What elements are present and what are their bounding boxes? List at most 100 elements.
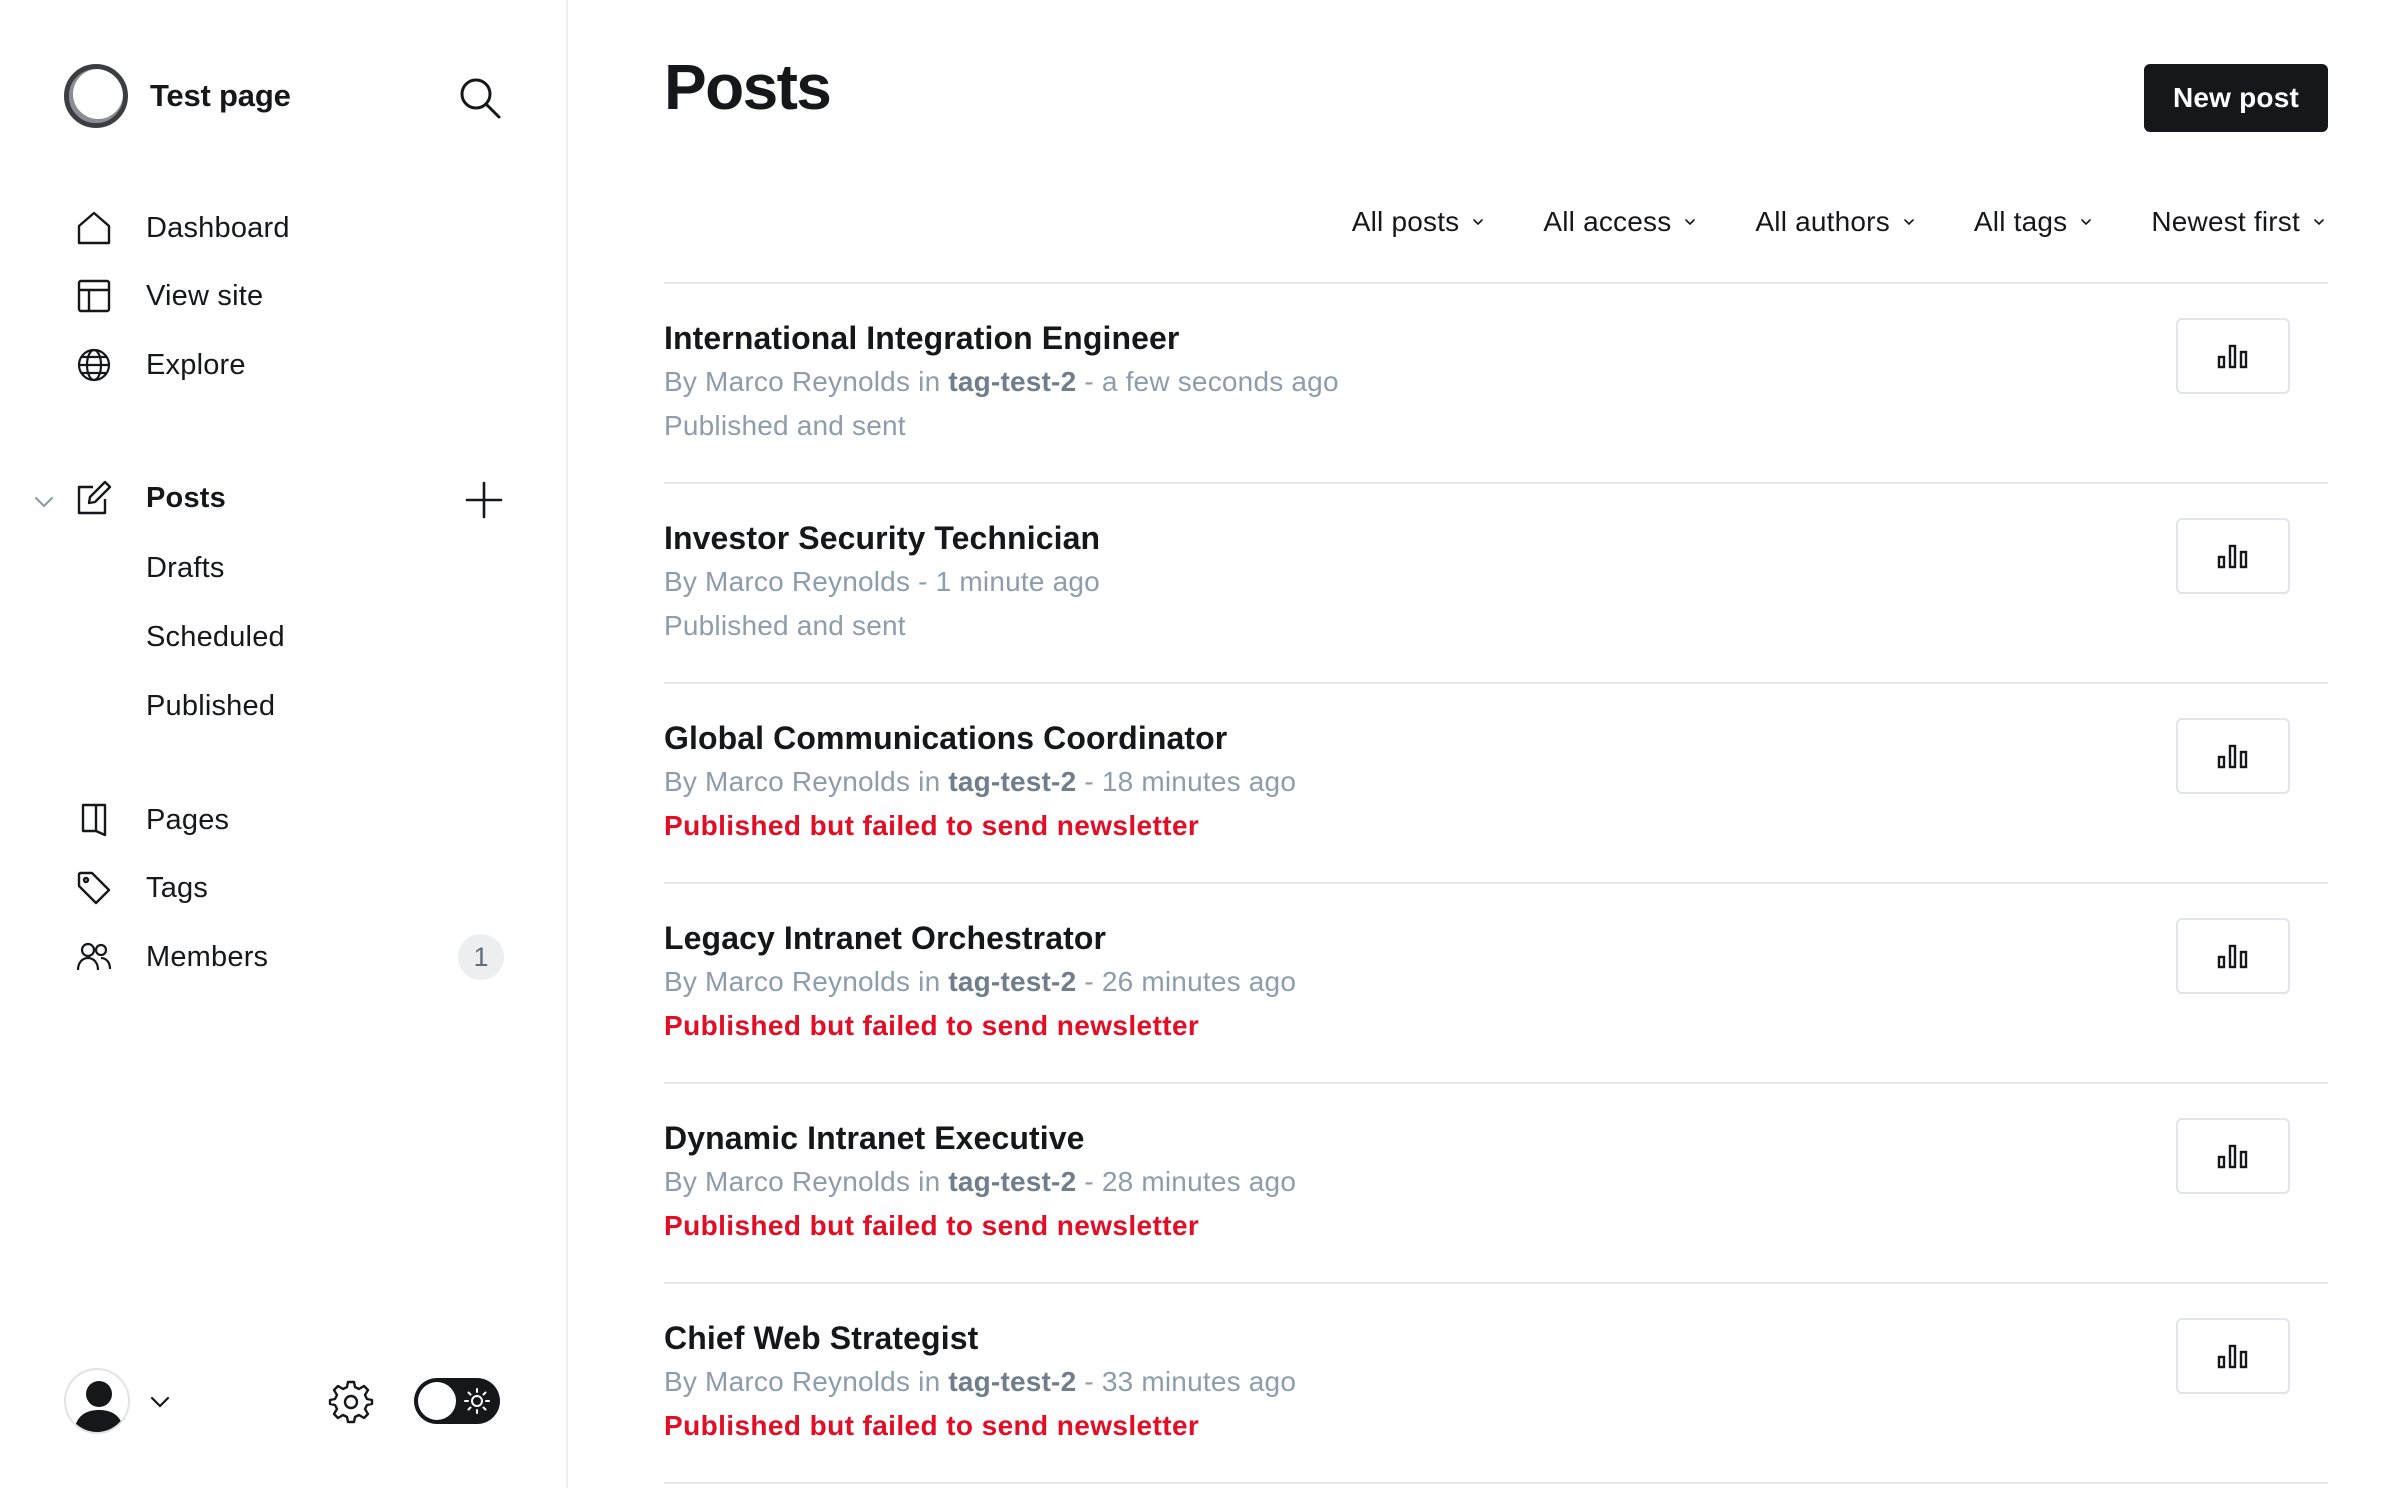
chevron-down-icon[interactable] [146,1388,174,1416]
post-title[interactable]: International Integration Engineer [664,320,1179,357]
post-meta: By Marco Reynolds in tag-test-2 - a few … [664,366,1339,398]
post-status: Published but failed to send newsletter [664,1410,1200,1441]
post-meta-in: in [910,966,949,997]
post-row[interactable]: Dynamic Intranet Executive By Marco Reyn… [664,1084,2328,1284]
nav-pages[interactable]: Pages [74,796,229,844]
theme-toggle[interactable] [414,1378,500,1424]
bar-chart-icon [2217,744,2248,769]
bar-chart-icon [2217,344,2248,369]
bar-chart-icon [2217,944,2248,969]
analytics-button[interactable] [2176,318,2290,394]
post-tag: tag-test-2 [948,1166,1077,1197]
page-icon [74,800,114,840]
analytics-button[interactable] [2176,1318,2290,1394]
analytics-button[interactable] [2176,918,2290,994]
post-time: - 18 minutes ago [1076,766,1297,797]
toggle-knob [418,1382,456,1420]
post-title[interactable]: Chief Web Strategist [664,1320,978,1357]
nav-label: Dashboard [146,211,290,244]
nav-label: Posts [146,481,226,514]
gear-icon[interactable] [328,1378,374,1424]
filter-label: All access [1543,206,1672,237]
post-meta: By Marco Reynolds in tag-test-2 - 28 min… [664,1166,1296,1198]
nav-dashboard[interactable]: Dashboard [74,204,290,252]
post-title[interactable]: Legacy Intranet Orchestrator [664,920,1106,957]
post-time: - 26 minutes ago [1076,966,1297,997]
chevron-down-icon [1473,219,1484,226]
chevron-down-icon [1904,219,1914,226]
post-title[interactable]: Dynamic Intranet Executive [664,1120,1085,1157]
new-post-button[interactable]: New post [2144,64,2328,132]
post-meta: By Marco Reynolds in tag-test-2 - 33 min… [664,1366,1296,1398]
filter-sort[interactable]: Newest first [2151,206,2328,238]
post-tag: tag-test-2 [948,966,1077,997]
page-title: Posts [664,51,832,123]
filter-access[interactable]: All access [1543,206,1699,238]
analytics-button[interactable] [2176,518,2290,594]
post-row[interactable]: Global Communications Coordinator By Mar… [664,684,2328,884]
members-icon [74,937,114,977]
post-meta: By Marco Reynolds in tag-test-2 - 26 min… [664,966,1296,998]
post-author: By Marco Reynolds [664,1366,911,1397]
nav-posts[interactable]: Posts [74,474,226,522]
nav-members[interactable]: Members [74,933,268,981]
chevron-down-icon [2081,219,2092,226]
main-content: Posts New post All posts All access All … [570,0,2400,1488]
post-author: By Marco Reynolds [664,1166,911,1197]
post-title[interactable]: Global Communications Coordinator [664,720,1227,757]
post-row[interactable]: Chief Web Strategist By Marco Reynolds i… [664,1284,2328,1484]
house-icon [74,208,114,248]
post-row[interactable]: Investor Security Technician By Marco Re… [664,484,2328,684]
filter-label: Newest first [2151,206,2300,237]
post-time: - 33 minutes ago [1076,1366,1297,1397]
globe-icon [74,345,114,385]
post-meta-in: in [910,1166,949,1197]
post-meta: By Marco Reynolds - 1 minute ago [664,566,1100,598]
filter-label: All authors [1755,206,1890,237]
chevron-down-icon[interactable] [30,488,58,516]
filter-label: All tags [1973,206,2068,237]
post-status: Published but failed to send newsletter [664,810,1200,841]
post-tag: tag-test-2 [948,1366,1077,1397]
nav-published[interactable]: Published [146,682,275,730]
nav-scheduled[interactable]: Scheduled [146,613,285,661]
post-meta: By Marco Reynolds in tag-test-2 - 18 min… [664,766,1296,798]
avatar[interactable] [64,1368,130,1434]
site-logo [64,64,128,128]
brand[interactable]: Test page [64,64,291,128]
filter-authors[interactable]: All authors [1755,206,1918,238]
add-post-icon[interactable] [462,478,506,522]
nav-label: Tags [146,871,209,904]
post-time: - 28 minutes ago [1076,1166,1297,1197]
post-title[interactable]: Investor Security Technician [664,520,1100,557]
members-count-badge: 1 [458,934,504,980]
sidebar: Test page Dashboard View site Explore Po… [0,0,568,1488]
nav-label: Explore [146,348,246,381]
post-author: By Marco Reynolds [664,366,911,397]
post-meta-in: in [910,1366,949,1397]
post-meta-in: in [910,766,949,797]
post-row[interactable]: International Integration Engineer By Ma… [664,284,2328,484]
post-tag: tag-test-2 [948,366,1077,397]
edit-icon [74,478,114,518]
nav-drafts[interactable]: Drafts [146,544,225,592]
nav-label: Pages [146,803,230,836]
analytics-button[interactable] [2176,718,2290,794]
analytics-button[interactable] [2176,1118,2290,1194]
post-time: - a few seconds ago [1076,366,1339,397]
bar-chart-icon [2217,1144,2248,1169]
nav-label: Members [146,940,269,973]
sun-icon [464,1388,490,1414]
nav-view-site[interactable]: View site [74,272,263,320]
tag-icon [74,868,114,908]
post-author: By Marco Reynolds [664,966,911,997]
post-author: By Marco Reynolds [664,766,911,797]
post-status: Published and sent [664,610,906,641]
filter-tags[interactable]: All tags [1974,206,2095,238]
search-icon[interactable] [456,74,504,122]
post-row[interactable]: Legacy Intranet Orchestrator By Marco Re… [664,884,2328,1084]
post-status: Published and sent [664,410,906,441]
nav-explore[interactable]: Explore [74,341,246,389]
filter-type[interactable]: All posts [1352,206,1488,238]
nav-tags[interactable]: Tags [74,864,208,912]
